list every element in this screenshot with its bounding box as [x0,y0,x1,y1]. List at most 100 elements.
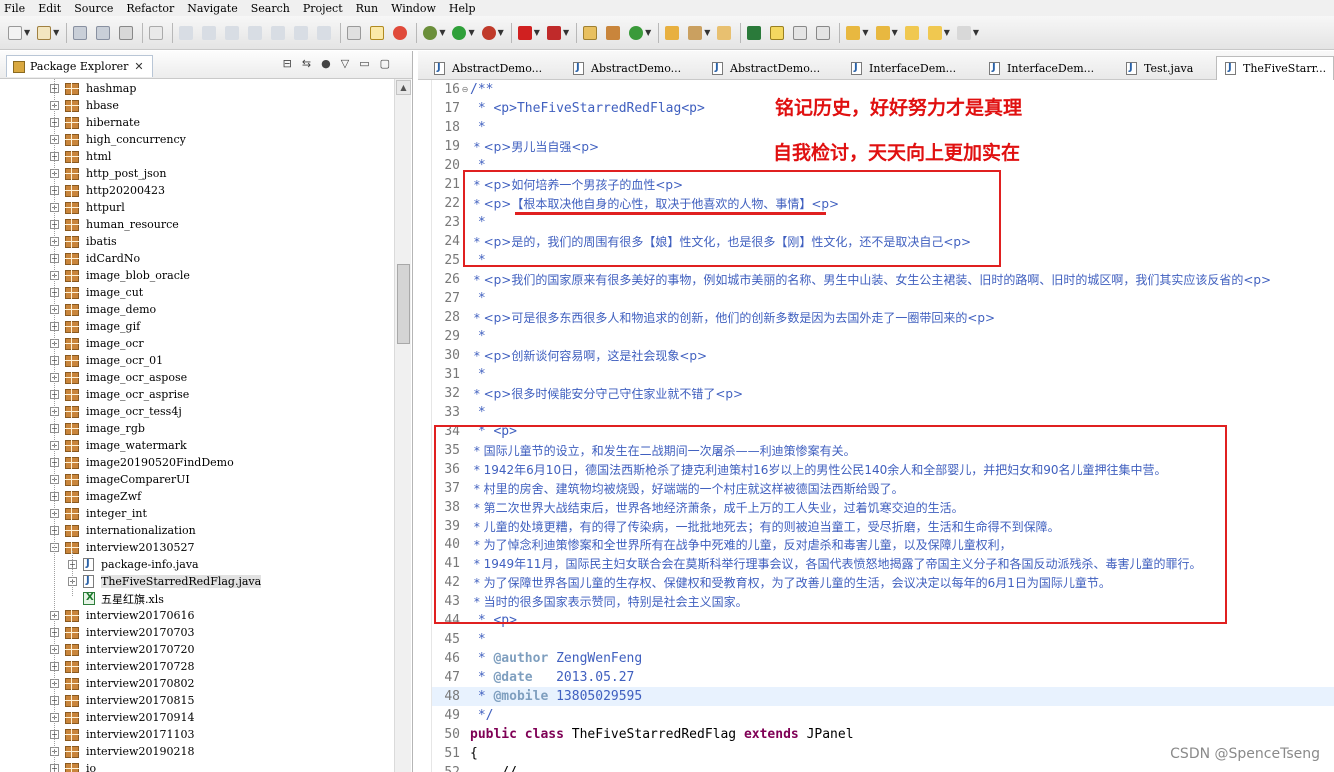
package-node[interactable]: + image_rgb [50,420,145,437]
package-node[interactable]: + interview20170616 [50,607,194,624]
scrollbar-thumb[interactable] [397,264,410,344]
external-tools-dropdown-icon[interactable]: ▼ [563,28,569,37]
package-node[interactable]: + interview20170703 [50,624,194,641]
save-all-icon[interactable] [96,25,111,40]
search-icon[interactable] [717,25,732,40]
file-node[interactable]: +package-info.java [68,556,199,573]
package-node[interactable]: + html [50,148,111,165]
menu-help[interactable]: Help [449,2,476,15]
forward-icon[interactable] [956,25,971,40]
file-node[interactable]: +TheFiveStarredRedFlag.java [68,573,262,590]
link-with-editor-icon[interactable]: ⇆ [302,57,311,70]
forward-dropdown-icon[interactable]: ▼ [973,28,979,37]
editor-tab[interactable]: AbstractDemo... [426,56,561,80]
stop-dropdown-icon[interactable]: ▼ [534,28,540,37]
debug-icon[interactable] [423,25,438,40]
new-java-class-icon[interactable] [629,25,644,40]
menu-window[interactable]: Window [391,2,436,15]
resume-icon[interactable] [179,25,194,40]
package-node[interactable]: + image_ocr_aspose [50,369,187,386]
debug-dropdown-icon[interactable]: ▼ [439,28,445,37]
editor-tab[interactable]: InterfaceDem... [843,56,978,80]
package-node[interactable]: + interview20170720 [50,641,194,658]
print-icon[interactable] [119,25,134,40]
package-node[interactable]: + image_ocr [50,335,144,352]
package-node[interactable]: + image20190520FindDemo [50,454,234,471]
new-java-package-icon[interactable] [606,25,621,40]
package-node[interactable]: + image_ocr_tess4j [50,403,182,420]
package-node[interactable]: + idCardNo [50,250,140,267]
menu-file[interactable]: File [4,2,25,15]
previous-annotation-dropdown-icon[interactable]: ▼ [892,28,898,37]
block-selection-icon[interactable] [793,25,808,40]
package-node[interactable]: + image_cut [50,284,143,301]
new-class-dropdown-icon[interactable]: ▼ [645,28,651,37]
editor-tab[interactable]: Test.java [1118,56,1210,80]
show-whitespace-icon[interactable] [816,25,831,40]
fold-icon[interactable]: ⊖ [460,85,470,94]
package-node[interactable]: + interview20171103 [50,726,194,743]
menu-edit[interactable]: Edit [38,2,61,15]
use-step-filters-icon[interactable] [347,25,362,40]
package-node[interactable]: + interview20190218 [50,743,194,760]
package-node[interactable]: + image_ocr_asprise [50,386,189,403]
package-node[interactable]: + image_ocr_01 [50,352,163,369]
menu-navigate[interactable]: Navigate [187,2,237,15]
run-dropdown-icon[interactable]: ▼ [468,28,474,37]
focus-on-active-task-icon[interactable]: ● [321,57,331,70]
last-edit-location-icon[interactable] [904,25,919,40]
package-node[interactable]: + image_gif [50,318,140,335]
terminate-icon[interactable] [225,25,240,40]
file-node[interactable]: 五星红旗.xls [68,590,164,607]
menu-run[interactable]: Run [356,2,378,15]
package-node[interactable]: + image_blob_oracle [50,267,190,284]
menu-refactor[interactable]: Refactor [126,2,174,15]
package-explorer-scrollbar[interactable]: ▲ [394,79,411,772]
package-node[interactable]: + high_concurrency [50,131,186,148]
mark-occurrences-icon[interactable] [770,25,785,40]
step-over-icon[interactable] [294,25,309,40]
package-node[interactable]: + io [50,760,96,772]
package-node[interactable]: + interview20170914 [50,709,194,726]
package-explorer-tab[interactable]: Package Explorer ✕ [6,55,153,77]
run-icon[interactable] [452,25,467,40]
collapse-all-icon[interactable]: ⊟ [283,57,292,70]
step-into-icon[interactable] [271,25,286,40]
editor-tab[interactable]: AbstractDemo... [704,56,839,80]
editor-tab[interactable]: TheFiveStarr... [1216,56,1334,80]
close-icon[interactable]: ✕ [134,60,143,73]
external-tools-icon[interactable] [546,25,561,40]
editor-tab[interactable]: AbstractDemo... [565,56,700,80]
web-browser-icon[interactable] [393,25,408,40]
package-node[interactable]: + image_demo [50,301,156,318]
menu-project[interactable]: Project [303,2,343,15]
new-dropdown-icon[interactable]: ▼ [24,28,30,37]
step-return-icon[interactable] [317,25,332,40]
package-node[interactable]: + ibatis [50,233,117,250]
new-package-icon[interactable] [37,25,52,40]
next-annotation-dropdown-icon[interactable]: ▼ [862,28,868,37]
open-task-dropdown-icon[interactable]: ▼ [704,28,710,37]
package-node[interactable]: + interview20170802 [50,675,194,692]
package-node[interactable]: + human_resource [50,216,179,233]
toggle-breadcrumb-icon[interactable] [747,25,762,40]
new-icon[interactable] [8,25,22,40]
package-node[interactable]: + integer_int [50,505,147,522]
next-annotation-icon[interactable] [846,25,861,40]
package-node[interactable]: + internationalization [50,522,196,539]
new-package-dropdown-icon[interactable]: ▼ [53,28,59,37]
package-node[interactable]: + imageZwf [50,488,141,505]
package-node[interactable]: + http_post_json [50,165,166,182]
menu-search[interactable]: Search [251,2,290,15]
package-node[interactable]: + interview20170815 [50,692,194,709]
open-type-icon[interactable] [665,25,680,40]
open-task-icon[interactable] [688,25,703,40]
package-node[interactable]: + imageComparerUI [50,471,190,488]
package-node[interactable]: + hibernate [50,114,140,131]
stop-icon[interactable] [517,25,532,40]
editor-tab[interactable]: InterfaceDem... [981,56,1116,80]
previous-annotation-icon[interactable] [875,25,890,40]
menu-source[interactable]: Source [74,2,113,15]
save-icon[interactable] [73,25,88,40]
view-menu-icon[interactable]: ▽ [341,57,349,70]
